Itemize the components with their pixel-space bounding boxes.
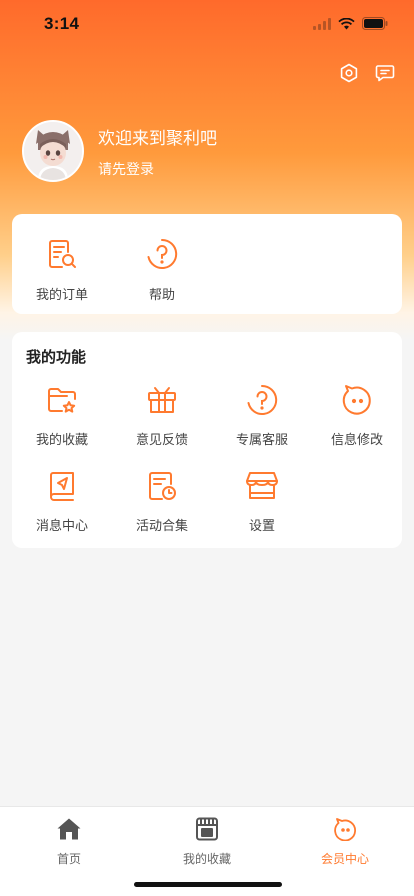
gift-icon [142, 380, 182, 420]
battery-icon [362, 15, 388, 34]
welcome-text: 欢迎来到聚利吧 [98, 128, 217, 149]
edit-info-label: 信息修改 [330, 433, 383, 448]
store-icon [242, 466, 282, 506]
home-icon [56, 817, 82, 845]
tab-member-center-label: 会员中心 [320, 852, 369, 866]
signal-icon [313, 15, 331, 34]
functions-title: 我的功能 [26, 348, 87, 366]
tab-home[interactable]: 首页 [0, 807, 138, 896]
folder-star-icon [42, 380, 82, 420]
functions-grid: 我的收藏 意见反馈 专属客服 信息修改 消息中心 活动合集 设置 [12, 380, 402, 552]
status-bar: 3:14 [0, 0, 414, 48]
face-icon [332, 817, 358, 845]
my-orders-label: 我的订单 [35, 288, 88, 303]
favorites-button[interactable]: 我的收藏 [12, 380, 112, 466]
quick-actions-card: 我的订单 帮助 [12, 214, 402, 314]
status-icons [313, 15, 388, 34]
settings-hexagon-icon[interactable] [338, 62, 360, 84]
book-send-icon [42, 466, 82, 506]
profile-header: 欢迎来到聚利吧 请先登录 [22, 120, 217, 182]
tab-favorites-label: 我的收藏 [182, 852, 231, 866]
settings-button[interactable]: 设置 [212, 466, 312, 552]
wifi-icon [338, 15, 355, 34]
shop-icon [194, 817, 220, 845]
feedback-button[interactable]: 意见反馈 [112, 380, 212, 466]
activities-label: 活动合集 [135, 519, 188, 534]
avatar[interactable] [22, 120, 84, 182]
help-icon [142, 234, 182, 274]
message-center-label: 消息中心 [35, 519, 88, 534]
tab-member-center[interactable]: 会员中心 [276, 807, 414, 896]
settings-label: 设置 [248, 519, 275, 534]
functions-card: 我的功能 我的收藏 意见反馈 专属客服 信息修改 消息中心 活动合集 设置 [12, 332, 402, 548]
profile-text: 欢迎来到聚利吧 请先登录 [98, 124, 217, 179]
face-icon [337, 380, 377, 420]
activities-button[interactable]: 活动合集 [112, 466, 212, 552]
tab-home-label: 首页 [56, 852, 81, 866]
order-search-icon [42, 234, 82, 274]
top-actions [338, 62, 396, 84]
home-indicator [134, 882, 282, 887]
status-time: 3:14 [44, 14, 80, 33]
help-label: 帮助 [148, 288, 175, 303]
calendar-clock-icon [142, 466, 182, 506]
customer-service-button[interactable]: 专属客服 [212, 380, 312, 466]
edit-info-button[interactable]: 信息修改 [312, 380, 402, 466]
feedback-label: 意见反馈 [135, 433, 188, 448]
message-icon[interactable] [374, 62, 396, 84]
help-button[interactable]: 帮助 [112, 234, 212, 314]
login-link[interactable]: 请先登录 [98, 159, 217, 179]
help-circle-icon [242, 380, 282, 420]
my-orders-button[interactable]: 我的订单 [12, 234, 112, 314]
customer-service-label: 专属客服 [235, 433, 288, 448]
favorites-label: 我的收藏 [35, 433, 88, 448]
message-center-button[interactable]: 消息中心 [12, 466, 112, 552]
